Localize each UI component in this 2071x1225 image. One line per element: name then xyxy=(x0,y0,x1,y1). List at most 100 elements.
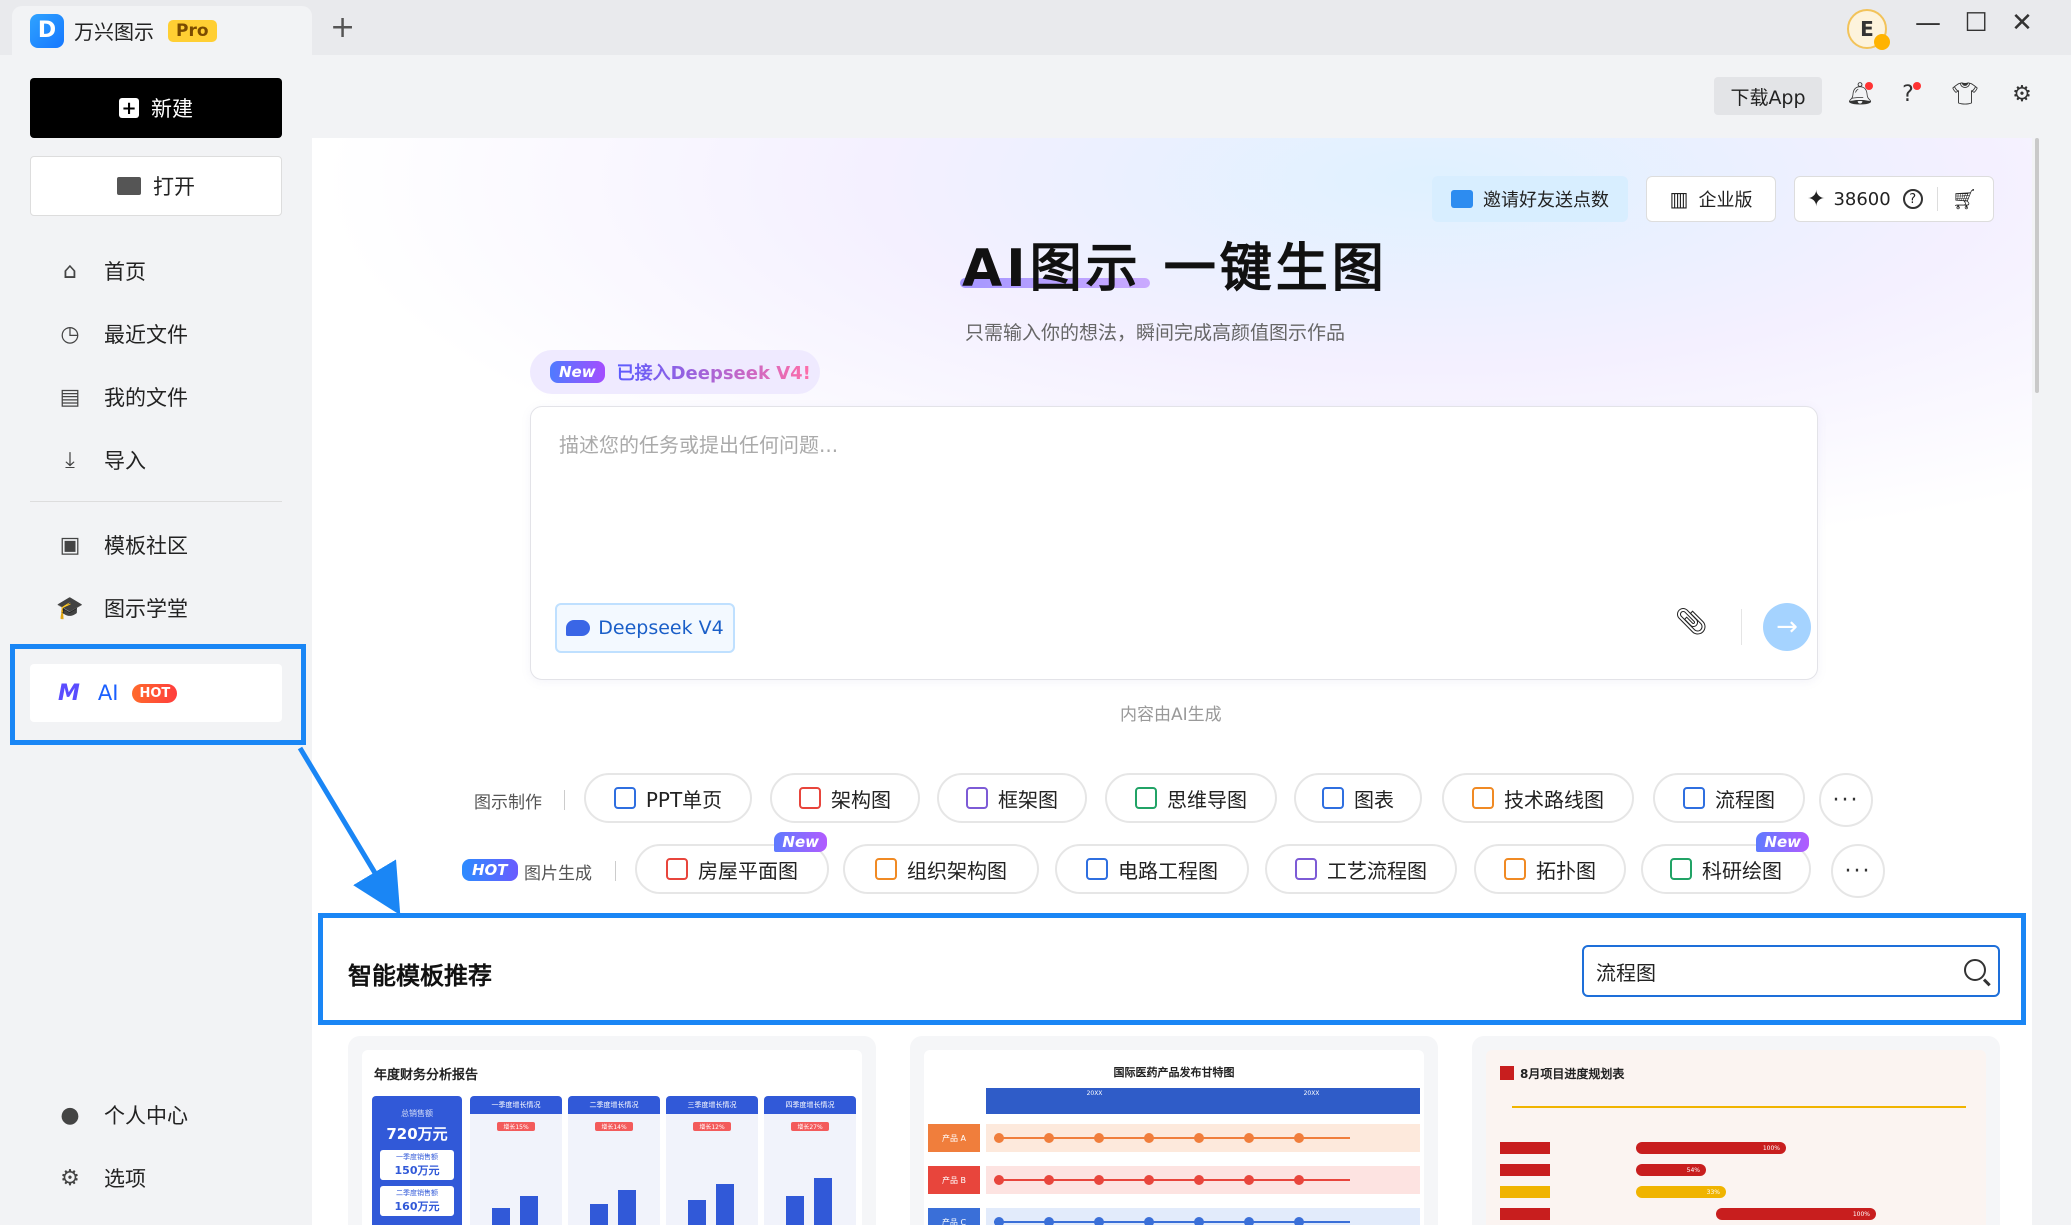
more-images-button[interactable]: ··· xyxy=(1831,844,1885,898)
sidebar-item-profile[interactable]: ● 个人中心 xyxy=(58,1100,188,1130)
bar xyxy=(688,1200,706,1225)
close-button[interactable]: ✕ xyxy=(2002,8,2042,38)
sidebar-item-label: 首页 xyxy=(104,260,146,284)
scrollbar[interactable] xyxy=(2032,138,2042,398)
new-tab-button[interactable]: + xyxy=(330,10,355,45)
chip-icon xyxy=(666,858,688,880)
credits-help-icon[interactable]: ? xyxy=(1902,189,1923,209)
gantt-milestone xyxy=(1044,1175,1054,1185)
clock-icon: ◷ xyxy=(60,321,80,347)
chip-label: PPT单页 xyxy=(645,787,723,812)
sidebar-item-recent[interactable]: ◷ 最近文件 xyxy=(58,319,188,349)
diagram-chip[interactable]: 架构图 xyxy=(770,773,920,823)
sub-value: 150万元 xyxy=(394,1164,440,1177)
bar xyxy=(716,1184,734,1225)
bar xyxy=(590,1204,608,1225)
template-card-finance[interactable]: 年度财务分析报告 总销售额 720万元 一季度销售额 150万元 二季度销售额 … xyxy=(348,1036,876,1225)
prompt-input[interactable] xyxy=(559,433,1759,457)
paperclip-icon[interactable]: 📎︎ xyxy=(1675,607,1708,637)
sidebar-item-my-files[interactable]: ▤ 我的文件 xyxy=(58,382,188,412)
minimize-button[interactable]: — xyxy=(1908,8,1948,38)
search-icon[interactable] xyxy=(1964,959,1986,981)
sub-label: 一季度销售额 xyxy=(396,1153,438,1161)
column-header: 三季度增长情况 xyxy=(666,1096,758,1114)
chip-label: 思维导图 xyxy=(1167,787,1247,812)
enterprise-button[interactable]: ▥ 企业版 xyxy=(1646,176,1776,222)
template-card-gantt[interactable]: 国际医药产品发布甘特图 20XX 20XX 产品 A 产品 B 产品 C xyxy=(910,1036,1438,1225)
progress-value: 33% xyxy=(1706,1188,1720,1196)
sidebar-item-templates[interactable]: ▣ 模板社区 xyxy=(58,530,188,560)
send-button[interactable]: → xyxy=(1763,603,1811,651)
sidebar-item-academy[interactable]: 🎓 图示学堂 xyxy=(56,593,188,623)
sidebar-item-import[interactable]: ⤓ 导入 xyxy=(58,445,146,475)
plus-icon: + xyxy=(119,98,139,119)
file-icon: ▤ xyxy=(59,384,81,410)
gantt-year: 20XX xyxy=(1303,1090,1320,1097)
crown-icon xyxy=(1874,34,1890,50)
chip-label: 房屋平面图 xyxy=(698,858,798,883)
scrollbar-thumb[interactable] xyxy=(2035,138,2039,393)
diagram-chip[interactable]: 技术路线图 xyxy=(1442,773,1634,823)
invite-friends-button[interactable]: 邀请好友送点数 xyxy=(1432,176,1628,222)
new-badge: New xyxy=(774,832,827,852)
diagram-chip[interactable]: 图表 xyxy=(1294,773,1422,823)
diagram-chip[interactable]: 思维导图 xyxy=(1105,773,1277,823)
model-select-button[interactable]: Deepseek V4 xyxy=(555,603,735,653)
prompt-box: Deepseek V4 📎︎ → xyxy=(530,406,1818,680)
gantt-milestone xyxy=(1294,1133,1304,1143)
avatar-letter: E xyxy=(1860,17,1874,41)
cart-icon[interactable]: 🛒︎ xyxy=(1952,187,1977,211)
model-label: Deepseek V4 xyxy=(598,617,724,639)
template-card-progress[interactable]: 8月项目进度规划表 100% 54% 33% 100% xyxy=(1472,1036,2000,1225)
progress-bar: 33% xyxy=(1636,1186,1726,1198)
avatar[interactable]: E xyxy=(1847,9,1890,50)
diagram-chip[interactable]: 流程图 xyxy=(1653,773,1805,823)
image-chip[interactable]: 房屋平面图 New xyxy=(635,832,829,894)
image-chip[interactable]: 拓扑图 xyxy=(1474,844,1626,894)
new-button-label: 新建 xyxy=(151,97,193,121)
prompt-divider xyxy=(1741,609,1742,645)
chip-label: 架构图 xyxy=(831,787,891,812)
maximize-button[interactable]: ☐ xyxy=(1956,8,1996,38)
finance-column: 四季度增长情况 增长27% xyxy=(764,1096,856,1225)
download-app-button[interactable]: 下载App xyxy=(1714,77,1822,115)
image-chip[interactable]: 工艺流程图 xyxy=(1265,844,1457,894)
diagram-row-label: 图示制作 xyxy=(474,793,542,813)
summary-label: 总销售额 xyxy=(401,1109,433,1118)
gantt-row-band xyxy=(986,1166,1420,1194)
finance-column: 一季度增长情况 增长15% xyxy=(470,1096,562,1225)
help-icon[interactable]: ? xyxy=(1893,82,1923,112)
new-button[interactable]: + 新建 xyxy=(30,78,282,138)
sidebar-item-home[interactable]: ⌂ 首页 xyxy=(58,256,146,286)
template-search-input[interactable] xyxy=(1596,959,1946,983)
gantt-milestone xyxy=(1094,1217,1104,1225)
finance-column: 二季度增长情况 增长14% xyxy=(568,1096,660,1225)
more-diagrams-button[interactable]: ··· xyxy=(1819,773,1873,827)
shirt-icon[interactable]: 👕︎ xyxy=(1950,82,1980,112)
bar xyxy=(786,1196,804,1225)
open-button[interactable]: 打开 xyxy=(30,156,282,216)
app-tab[interactable]: D 万兴图示 Pro xyxy=(12,6,312,55)
diagram-chip[interactable]: 框架图 xyxy=(937,773,1087,823)
image-chip[interactable]: 电路工程图 xyxy=(1055,844,1249,894)
growth-badge: 增长12% xyxy=(693,1122,731,1131)
sidebar-item-options[interactable]: ⚙ 选项 xyxy=(58,1163,146,1193)
chip-label: 电路工程图 xyxy=(1118,858,1218,883)
bell-icon[interactable]: 🔔︎ xyxy=(1845,82,1875,112)
image-chip[interactable]: 组织架构图 xyxy=(843,844,1039,894)
credits-display[interactable]: ✦ 38600 ? 🛒︎ xyxy=(1794,176,1994,222)
sidebar-item-label: 模板社区 xyxy=(104,534,188,558)
gantt-milestone xyxy=(1294,1175,1304,1185)
recommend-title: 智能模板推荐 xyxy=(348,962,492,990)
chip-label: 流程图 xyxy=(1715,787,1775,812)
deepseek-announcement[interactable]: New 已接入Deepseek V4! xyxy=(530,350,820,394)
bar xyxy=(520,1196,538,1225)
gantt-header: 20XX 20XX xyxy=(986,1088,1420,1114)
card-preview: 年度财务分析报告 总销售额 720万元 一季度销售额 150万元 二季度销售额 … xyxy=(362,1050,862,1225)
settings-gear-icon[interactable]: ⚙ xyxy=(2007,82,2037,112)
gantt-row-label: 产品 C xyxy=(928,1208,980,1225)
image-row-label: 图片生成 xyxy=(524,864,592,884)
image-chip[interactable]: 科研绘图 New xyxy=(1641,832,1811,894)
diagram-chip[interactable]: PPT单页 xyxy=(584,773,752,823)
chip-icon xyxy=(1135,787,1157,809)
